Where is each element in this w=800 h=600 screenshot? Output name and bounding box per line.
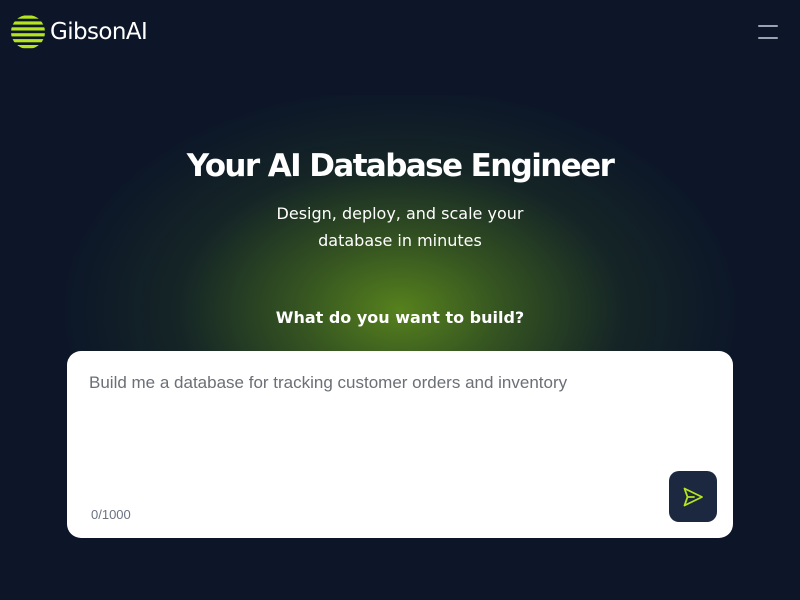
brand-logo[interactable]: GibsonAI bbox=[10, 14, 148, 50]
hero-subtitle-line-2: database in minutes bbox=[318, 231, 482, 250]
hero-subtitle: Design, deploy, and scale your database … bbox=[250, 200, 550, 254]
hamburger-menu-icon bbox=[758, 25, 778, 39]
gibson-striped-globe-icon bbox=[11, 15, 45, 49]
brand-name: GibsonAI bbox=[50, 19, 148, 45]
hero-subtitle-line-1: Design, deploy, and scale your bbox=[276, 204, 524, 223]
send-arrow-icon bbox=[683, 487, 703, 506]
character-count: 0/1000 bbox=[91, 507, 131, 522]
prompt-card: 0/1000 bbox=[67, 351, 733, 538]
hamburger-menu-button[interactable] bbox=[752, 20, 784, 44]
prompt-input[interactable] bbox=[89, 373, 709, 473]
page: GibsonAI Your AI Database Engineer Desig… bbox=[0, 0, 800, 600]
hero-title: Your AI Database Engineer bbox=[186, 148, 615, 184]
prompt-label: What do you want to build? bbox=[275, 308, 525, 327]
send-button[interactable] bbox=[669, 471, 717, 522]
site-header: GibsonAI bbox=[0, 0, 800, 64]
